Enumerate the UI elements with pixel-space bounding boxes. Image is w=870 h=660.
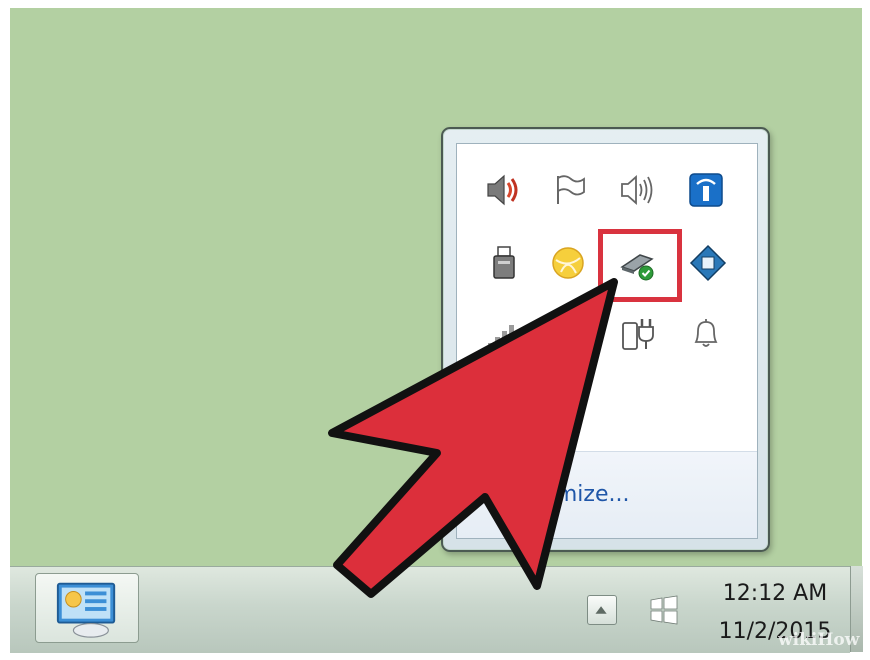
action-center-flag-icon[interactable] [648, 594, 680, 626]
yellow-ball-app-icon[interactable] [548, 243, 588, 283]
usb-device-icon[interactable] [484, 243, 524, 283]
highlight-box [598, 229, 682, 302]
customize-link[interactable]: Customize... [493, 482, 629, 507]
tray-popup-footer: Customize... [457, 451, 757, 538]
watermark-logo: wikiHow [778, 630, 860, 650]
speaker-muted-icon[interactable] [482, 170, 522, 210]
network-signal-icon[interactable] [484, 315, 524, 355]
blue-diamond-app-icon[interactable] [688, 243, 728, 283]
control-panel-icon [56, 582, 116, 638]
show-hidden-icons-button[interactable] [587, 595, 617, 625]
unknown-icon[interactable] [552, 315, 592, 355]
action-center-flag-icon[interactable] [550, 170, 590, 210]
intel-wireless-icon[interactable] [686, 170, 726, 210]
notification-bell-icon[interactable] [686, 313, 726, 353]
clock-time[interactable]: 12:12 AM [710, 581, 840, 606]
volume-icon[interactable] [616, 170, 656, 210]
control-panel-button[interactable] [35, 573, 139, 643]
power-plug-icon[interactable] [618, 313, 658, 353]
taskbar: 12:12 AM 11/2/2015 [10, 566, 850, 653]
chevron-up-icon [595, 606, 607, 614]
